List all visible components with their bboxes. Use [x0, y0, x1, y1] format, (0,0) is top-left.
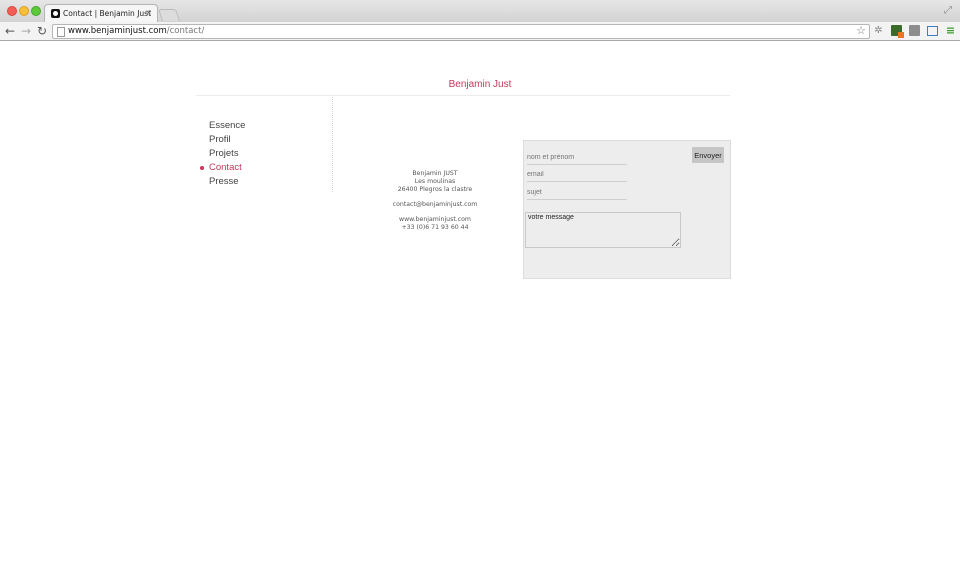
menu-divider — [332, 97, 333, 192]
nav-item-presse[interactable]: Presse — [200, 175, 245, 189]
window-titlebar: Contact | Benjamin Just × ⤢ — [0, 0, 960, 23]
nav-item-profil[interactable]: Profil — [200, 133, 245, 147]
contact-email[interactable]: contact@benjaminjust.com — [370, 201, 500, 209]
bookmark-star-icon[interactable]: ☆ — [856, 24, 866, 37]
contact-address-line1: Les moulinas — [414, 178, 456, 185]
contact-address-line2: 26400 Plegros la clastre — [397, 186, 473, 193]
contact-info: Benjamin JUST Les moulinas 26400 Plegros… — [370, 170, 500, 232]
extension-screen-icon[interactable] — [927, 26, 938, 36]
contact-name: Benjamin JUST — [412, 170, 458, 177]
site-title[interactable]: Benjamin Just — [430, 79, 530, 90]
header-divider — [196, 95, 730, 96]
contact-website[interactable]: www.benjaminjust.com — [370, 216, 500, 224]
close-window-button[interactable] — [7, 6, 17, 16]
nav-item-essence[interactable]: Essence — [200, 119, 245, 133]
browser-toolbar: ← → ↻ www.benjaminjust.com/contact/ ☆ ✲ … — [0, 22, 960, 41]
nav-item-label: Essence — [209, 120, 246, 131]
new-tab-button[interactable] — [158, 9, 180, 21]
extension-grey-icon[interactable] — [909, 25, 920, 36]
nav-item-contact[interactable]: Contact — [200, 161, 245, 175]
url-domain: www.benjaminjust.com — [68, 26, 167, 36]
contact-phone: +33 (0)6 71 93 60 44 — [401, 224, 469, 231]
menu-hamburger-icon[interactable]: ≡ — [945, 25, 956, 36]
name-field[interactable] — [527, 152, 627, 165]
email-field[interactable] — [527, 169, 627, 182]
favicon-icon — [51, 9, 60, 18]
back-arrow-icon[interactable]: ← — [5, 24, 15, 38]
tab-title: Contact | Benjamin Just — [63, 9, 152, 18]
page-icon — [57, 27, 65, 37]
message-field[interactable]: votre message — [525, 212, 681, 248]
zoom-window-button[interactable] — [31, 6, 41, 16]
nav-item-label: Profil — [209, 134, 231, 145]
nav-item-projets[interactable]: Projets — [200, 147, 245, 161]
browser-tab-contact[interactable]: Contact | Benjamin Just × — [44, 4, 158, 23]
extension-puzzle-icon[interactable]: ✲ — [873, 25, 884, 36]
minimize-window-button[interactable] — [19, 6, 29, 16]
nav-item-label: Contact — [209, 162, 242, 173]
nav-item-label: Presse — [209, 176, 239, 187]
tab-close-icon[interactable]: × — [145, 8, 152, 17]
main-nav: Essence Profil Projets Contact Presse — [200, 119, 245, 189]
nav-item-label: Projets — [209, 148, 239, 159]
send-button[interactable]: Envoyer — [692, 147, 724, 163]
active-bullet-icon — [200, 166, 204, 170]
forward-arrow-icon[interactable]: → — [21, 24, 31, 38]
reload-icon[interactable]: ↻ — [37, 24, 47, 38]
address-bar[interactable]: www.benjaminjust.com/contact/ ☆ — [52, 24, 870, 39]
fullscreen-icon[interactable]: ⤢ — [944, 5, 952, 16]
contact-form: votre message Envoyer — [523, 140, 731, 279]
subject-field[interactable] — [527, 187, 627, 200]
extension-green-icon[interactable] — [891, 25, 904, 38]
url-path: /contact/ — [166, 26, 205, 36]
url-text[interactable]: www.benjaminjust.com/contact/ — [68, 25, 204, 38]
